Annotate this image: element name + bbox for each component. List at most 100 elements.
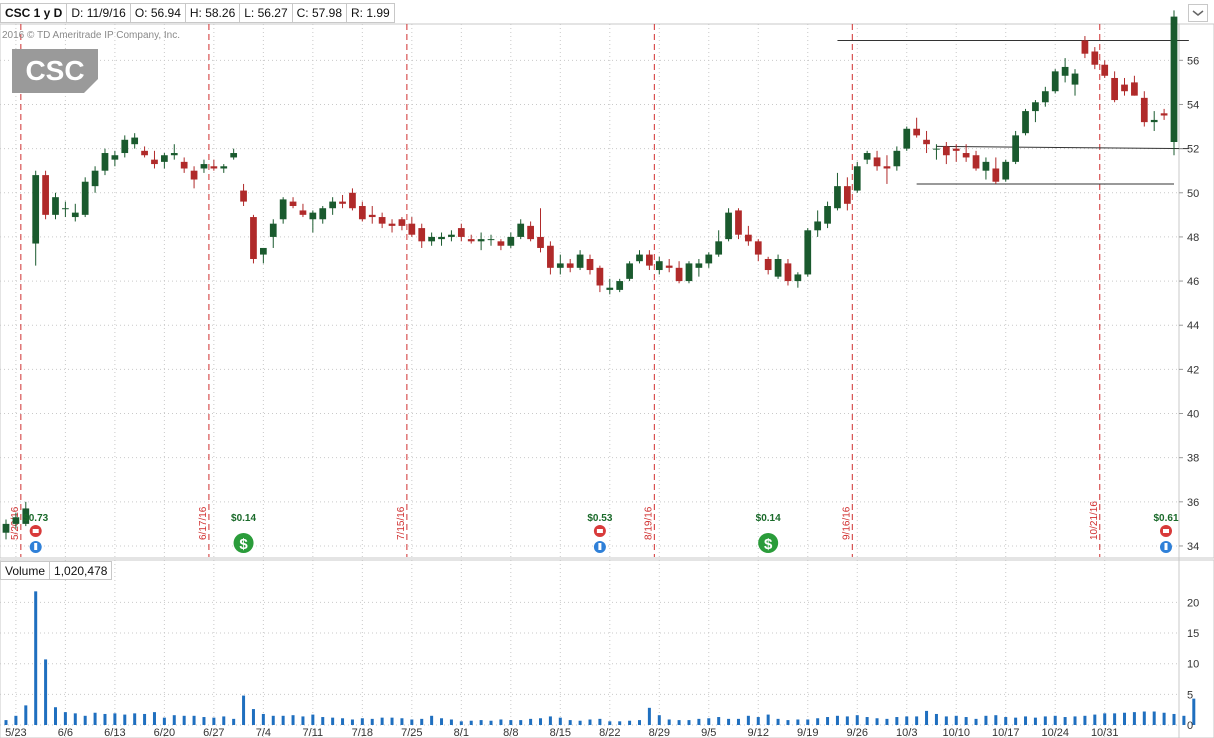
price-tick-label: 46 bbox=[1187, 276, 1199, 288]
candle-body bbox=[992, 168, 1000, 182]
volume-bar bbox=[885, 718, 889, 725]
volume-bar bbox=[24, 705, 28, 725]
candle-body bbox=[121, 139, 129, 154]
date-tick-label: 10/10 bbox=[942, 727, 970, 738]
volume-bar bbox=[717, 717, 721, 725]
date-tick-label: 9/26 bbox=[847, 727, 868, 738]
candle-body bbox=[745, 234, 752, 242]
candle-body bbox=[1160, 113, 1168, 116]
candle-body bbox=[1061, 66, 1069, 76]
event-marker: $0.14 $ bbox=[756, 513, 781, 553]
trend-lines bbox=[837, 39, 1189, 185]
volume-bar bbox=[1182, 715, 1186, 725]
volume-bar bbox=[360, 718, 364, 725]
volume-bar bbox=[103, 713, 107, 725]
volume-bar bbox=[410, 719, 414, 725]
volume-panel-frame bbox=[0, 559, 1214, 738]
volume-bar bbox=[380, 717, 384, 725]
candle-body bbox=[457, 228, 465, 237]
volume-bar bbox=[697, 718, 701, 725]
volume-bar bbox=[558, 717, 562, 725]
date-tick-label: 6/20 bbox=[154, 727, 175, 738]
candle-body bbox=[1081, 40, 1089, 54]
bulb-glyph bbox=[598, 543, 602, 550]
candle-body bbox=[764, 258, 772, 271]
marker-value-label: $0.61 bbox=[1153, 513, 1178, 524]
event-date-label: 7/15/16 bbox=[396, 506, 407, 540]
phone-glyph bbox=[32, 529, 39, 533]
candle-body bbox=[646, 254, 653, 266]
candle-body bbox=[329, 201, 337, 209]
candle-body bbox=[1121, 84, 1128, 92]
volume-bar bbox=[123, 714, 127, 725]
volume-bar bbox=[321, 717, 325, 725]
grid-lines bbox=[0, 23, 1214, 738]
volume-bar bbox=[1024, 716, 1028, 725]
volume-bar bbox=[826, 717, 830, 725]
company-logo: CSC bbox=[12, 49, 98, 93]
candle-body bbox=[982, 161, 990, 171]
volume-bar bbox=[598, 718, 602, 725]
candle-body bbox=[705, 254, 713, 264]
date-tick-label: 6/27 bbox=[203, 727, 224, 738]
symbol-label[interactable]: CSC 1 y D bbox=[0, 3, 68, 23]
volume-bar bbox=[242, 695, 246, 725]
volume-bar bbox=[1103, 713, 1107, 725]
bulb-glyph bbox=[1164, 543, 1168, 550]
volume-bar bbox=[539, 718, 543, 725]
date-tick-label: 10/3 bbox=[896, 727, 917, 738]
volume-bar bbox=[271, 715, 275, 725]
volume-bar bbox=[1014, 717, 1018, 725]
candle-body bbox=[408, 223, 416, 235]
volume-bar bbox=[1083, 715, 1087, 725]
high-value: H: 58.26 bbox=[184, 3, 241, 23]
candle-body bbox=[923, 139, 930, 145]
candle-body bbox=[794, 274, 802, 282]
candle-body bbox=[42, 175, 49, 215]
candle-body bbox=[566, 263, 574, 268]
date-tick-label: 8/15 bbox=[550, 727, 571, 738]
candle-body bbox=[616, 281, 624, 290]
volume-bar bbox=[400, 718, 404, 725]
candle-body bbox=[101, 153, 109, 171]
candle-body bbox=[675, 267, 683, 282]
volume-bar bbox=[707, 718, 711, 725]
candle-body bbox=[339, 201, 346, 204]
candle-body bbox=[438, 236, 445, 240]
volume-bar bbox=[786, 720, 790, 725]
date-tick-label: 8/1 bbox=[454, 727, 469, 738]
volume-bar bbox=[776, 718, 780, 725]
volume-bar bbox=[548, 716, 552, 725]
price-tick-label: 42 bbox=[1187, 364, 1199, 376]
candle-body bbox=[774, 258, 782, 277]
candle-body bbox=[655, 261, 663, 271]
expand-chevron-icon[interactable] bbox=[1188, 4, 1208, 22]
marker-value-label: $0.73 bbox=[23, 513, 48, 524]
volume-bar bbox=[251, 709, 255, 725]
volume-bar bbox=[845, 716, 849, 725]
event-marker: $0.73 bbox=[23, 513, 49, 553]
volume-bar bbox=[964, 717, 968, 725]
date-tick-label: 10/24 bbox=[1041, 727, 1069, 738]
candle-body bbox=[71, 212, 79, 218]
event-date-label: 10/21/16 bbox=[1089, 501, 1100, 540]
volume-bar bbox=[93, 712, 97, 725]
volume-bar bbox=[529, 718, 533, 725]
date-tick-label: 7/25 bbox=[401, 727, 422, 738]
candle-body bbox=[1041, 91, 1049, 103]
candle-body bbox=[1170, 16, 1178, 142]
volume-bar bbox=[1123, 712, 1127, 725]
candle-body bbox=[942, 146, 950, 156]
price-tick-label: 38 bbox=[1187, 453, 1199, 465]
volume-tick-label: 0 bbox=[1187, 720, 1193, 732]
candle-body bbox=[824, 206, 831, 224]
volume-bar bbox=[1073, 716, 1077, 725]
price-tick-label: 48 bbox=[1187, 232, 1199, 244]
date-tick-label: 9/12 bbox=[748, 727, 769, 738]
volume-bar bbox=[479, 720, 483, 725]
volume-bar bbox=[63, 712, 67, 725]
candle-body bbox=[279, 199, 287, 220]
candle-body bbox=[715, 241, 723, 255]
candle-body bbox=[1071, 73, 1079, 85]
trend-line bbox=[936, 145, 1189, 150]
